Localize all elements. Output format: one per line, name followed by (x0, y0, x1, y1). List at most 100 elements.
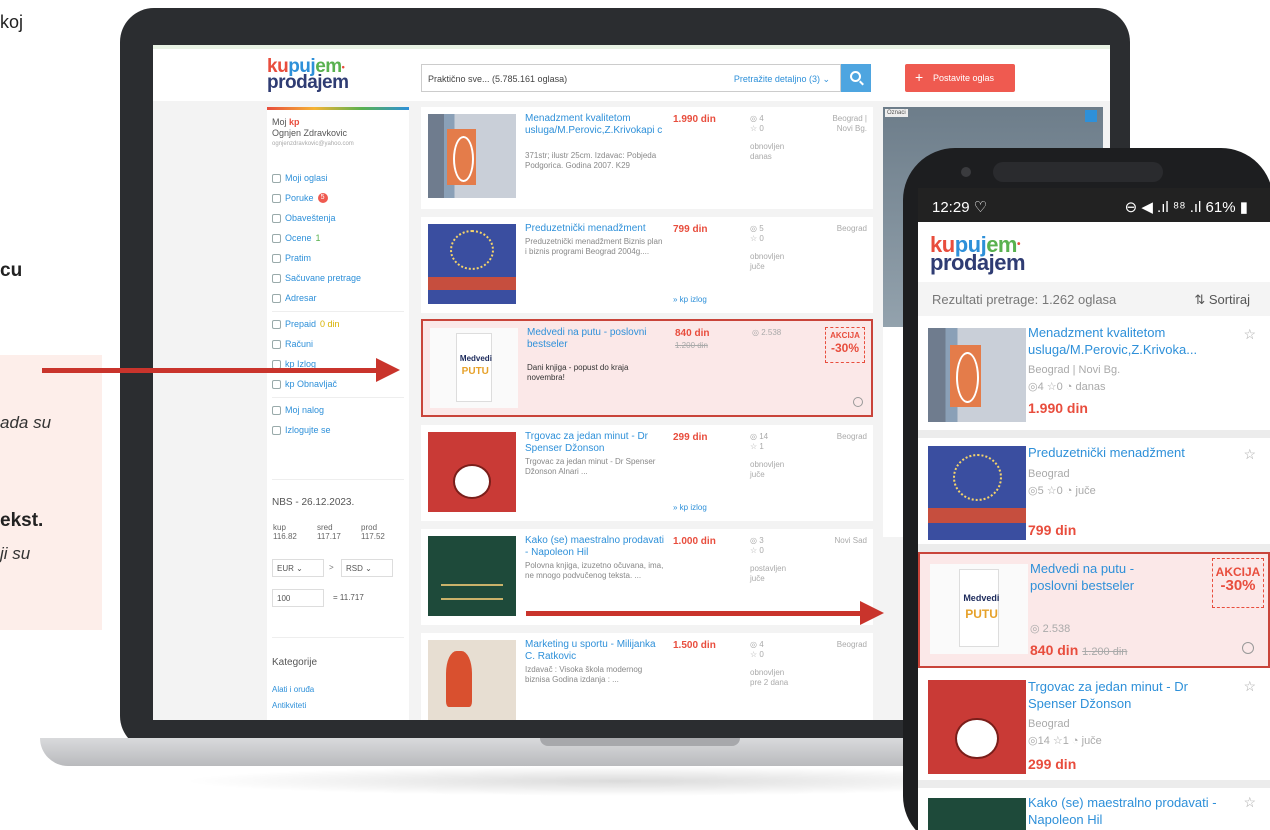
cover-shape (949, 344, 981, 407)
list-item[interactable]: Trgovac za jedan minut - Dr Spenser Džon… (918, 670, 1270, 788)
currency-from-select[interactable]: EUR ⌄ (272, 559, 324, 577)
cover-shape (445, 651, 472, 708)
book-cover-image[interactable]: Medvedi PUTU (930, 564, 1028, 654)
sidebar-item-pratim[interactable]: Pratim (272, 251, 311, 265)
clock-icon (853, 397, 863, 407)
views-stat: ◎ 4 (750, 114, 790, 124)
sidebar-item-obavestenja[interactable]: Obaveštenja (272, 211, 336, 225)
kp-izlog-link[interactable]: » kp izlog (673, 295, 707, 304)
sort-button[interactable]: ⇅ Sortiraj (1194, 292, 1250, 308)
list-item[interactable]: Kako (se) maestralno prodavati - Napoleo… (918, 788, 1270, 830)
listing-row[interactable]: Menadzment kvalitetom usluga/M.Perovic,Z… (421, 107, 873, 209)
eye-icon: ◎ (750, 224, 760, 233)
old-price: 1.200 din (1082, 646, 1128, 658)
list-item[interactable]: Menadzment kvalitetom usluga/M.Perovic,Z… (918, 318, 1270, 438)
star-icon[interactable]: ☆ (1243, 326, 1256, 343)
rate-head: sred (317, 523, 333, 532)
book-cover-image[interactable] (928, 798, 1026, 830)
listing-title[interactable]: Preduzetnički menadžment (1028, 444, 1228, 461)
listing-title[interactable]: Medvedi na putu - poslovni bestseler (527, 327, 667, 351)
listing-row[interactable]: Trgovac za jedan minut - Dr Spenser Džon… (421, 425, 873, 521)
renew-status: obnovljen juče (750, 252, 785, 271)
listing-price: 840 din (675, 328, 710, 339)
ad-close-icon[interactable] (1085, 110, 1097, 122)
book-cover-image[interactable] (428, 114, 516, 198)
star-icon[interactable]: ☆ (1243, 678, 1256, 695)
sidebar-item-moji-oglasi[interactable]: Moji oglasi (272, 171, 328, 185)
currency-to-select[interactable]: RSD ⌄ (341, 559, 393, 577)
sidebar-item-kp-obnavljac[interactable]: kp Obnavljač (272, 377, 337, 391)
listing-title[interactable]: Kako (se) maestralno prodavati - Napoleo… (1028, 794, 1228, 828)
advanced-search-link[interactable]: Pretražite detaljno (3) ⌄ (734, 74, 830, 85)
sidebar-item-racuni[interactable]: Računi (272, 337, 313, 351)
list-item-promoted[interactable]: Medvedi PUTU Medvedi na putu - poslovni … (918, 552, 1270, 668)
listing-title[interactable]: Kako (se) maestralno prodavati - Napoleo… (525, 535, 665, 559)
search-input[interactable]: Praktično sve... (5.785.161 oglasa) Pret… (421, 64, 841, 92)
message-count-badge: 5 (317, 193, 328, 203)
post-ad-label: Postavite oglas (933, 73, 995, 83)
location-line: Beograd (836, 640, 867, 649)
discount-percent: -30% (830, 341, 859, 355)
sidebar-item-izlogujte-se[interactable]: Izlogujte se (272, 423, 331, 437)
list-item[interactable]: Preduzetnički menadžment Beograd ◎5 ☆0 ◔… (918, 438, 1270, 552)
currency-to: RSD (346, 564, 363, 573)
listing-row[interactable]: Preduzetnički menadžment Preduzetnički m… (421, 217, 873, 313)
post-ad-button[interactable]: + Postavite oglas (905, 64, 1015, 92)
listing-stats: ◎14 ☆1 ◔ juče (1028, 735, 1102, 747)
rates-table: kup sred prod 116.82 117.17 117.52 (272, 523, 404, 541)
listing-title[interactable]: Trgovac za jedan minut - Dr Spenser Džon… (1028, 678, 1228, 712)
moj-label: Moj (272, 117, 287, 127)
book-cover-image[interactable] (428, 224, 516, 304)
listing-price: 799 din (1028, 522, 1077, 538)
book-cover-image[interactable] (428, 432, 516, 512)
sidebar-item-moj-nalog[interactable]: Moj nalog (272, 403, 324, 417)
sidebar-item-adresar[interactable]: Adresar (272, 291, 317, 305)
listing-description: Trgovac za jedan minut - Dr Spenser Džon… (525, 457, 656, 476)
currency-from: EUR (277, 564, 294, 573)
listing-row-promoted[interactable]: Medvedi PUTU Medvedi na putu - poslovni … (421, 319, 873, 417)
sidebar-item-sacuvane-pretrage[interactable]: Sačuvane pretrage (272, 271, 361, 285)
category-link[interactable]: Alati i oruđa (272, 685, 314, 694)
book-cover-image[interactable] (428, 536, 516, 616)
slide-fragment-cu: cu (0, 260, 23, 281)
listing-title[interactable]: Menadzment kvalitetom usluga/M.Perovic,Z… (525, 113, 665, 137)
exchange-rates: kup sred prod 116.82 117.17 117.52 (272, 523, 404, 541)
book-cover-image[interactable] (928, 446, 1026, 540)
sidebar-item-prepaid[interactable]: Prepaid 0 din (272, 317, 340, 331)
listing-title[interactable]: Marketing u sportu - Milijanka C. Ratkov… (525, 639, 665, 663)
listing-title[interactable]: Preduzetnički menadžment (525, 223, 665, 235)
site-logo[interactable]: kupujem• prodajem (930, 234, 1026, 274)
star-icon[interactable]: ☆ (1243, 446, 1256, 463)
chat-icon (272, 193, 281, 203)
listing-title[interactable]: Medvedi na putu - poslovni bestseler (1030, 560, 1180, 594)
favorites-count: 0 (759, 546, 764, 555)
eye-icon: ◎ (750, 114, 760, 123)
renew-status: obnovljen pre 2 dana (750, 668, 789, 687)
amount-input[interactable]: 100 (272, 589, 324, 607)
listing-stats: ◎5 ☆0 ◔ juče (1028, 485, 1096, 497)
logo-bottom: prodajem (267, 72, 349, 93)
plus-icon: + (915, 69, 924, 85)
sidebar-item-poruke[interactable]: Poruke 5 (272, 191, 328, 205)
book-cover-image[interactable] (928, 680, 1026, 774)
star-icon: ☆ (750, 124, 760, 133)
star-icon[interactable]: ☆ (1243, 794, 1256, 811)
book-cover-image[interactable] (428, 640, 516, 720)
category-link[interactable]: Antikviteti (272, 701, 306, 710)
sidebar-item-ocene[interactable]: Ocene 1 (272, 231, 321, 245)
site-logo[interactable]: kupujem• prodajem (267, 57, 407, 93)
kp-izlog-link[interactable]: » kp izlog (673, 503, 707, 512)
listing-row[interactable]: Marketing u sportu - Milijanka C. Ratkov… (421, 633, 873, 720)
listing-title[interactable]: Menadzment kvalitetom usluga/M.Perovic,Z… (1028, 324, 1228, 358)
listing-old-price: 1.200 din (675, 341, 708, 350)
book-cover-image[interactable]: Medvedi PUTU (430, 328, 518, 408)
location-line: Beograd (836, 224, 867, 233)
listing-location: Beograd | Novi Bg. (832, 114, 867, 134)
listing-stats: ◎ 2.538 (752, 328, 781, 338)
search-button[interactable] (841, 64, 871, 92)
slide-fragment-bold: ekst. (0, 510, 44, 531)
listing-stats: ◎ 3 ☆ 0 postavljen juče (750, 536, 790, 584)
search-icon (850, 71, 861, 82)
listing-title[interactable]: Trgovac za jedan minut - Dr Spenser Džon… (525, 431, 665, 455)
book-cover-image[interactable] (928, 328, 1026, 422)
